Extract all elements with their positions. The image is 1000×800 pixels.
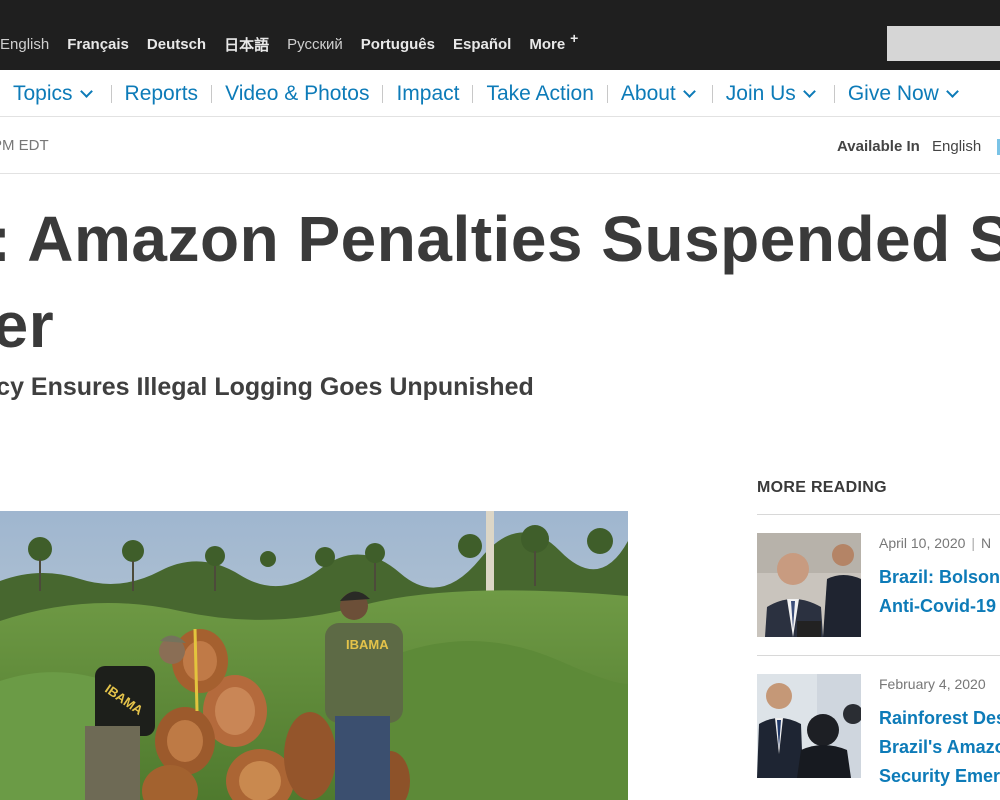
available-in-label: Available In xyxy=(837,138,920,155)
language-link-francais[interactable]: Français xyxy=(67,36,129,53)
official-portrait-photo xyxy=(757,674,861,778)
language-link-espanol[interactable]: Español xyxy=(453,36,511,53)
title-line: Anti-Covid-19 I xyxy=(879,596,1000,616)
nav-item-label: Give Now xyxy=(847,82,939,105)
article-date: April 10, 2020 | N xyxy=(879,535,991,551)
more-languages-label: More xyxy=(529,35,566,53)
nav-item-label: Take Action xyxy=(486,82,594,105)
title-line: Brazil's Amazo xyxy=(879,737,1000,757)
article-title-link[interactable]: Brazil: Bolsona Anti-Covid-19 I xyxy=(879,563,1000,621)
nav-items: Topics Reports Video & Photos Impact Tak… xyxy=(13,80,959,108)
nav-item-impact[interactable]: Impact xyxy=(396,82,459,106)
chevron-down-icon xyxy=(945,85,959,98)
title-line: Rainforest Des xyxy=(879,708,1000,728)
divider xyxy=(757,655,1000,656)
headline-line-2: ber xyxy=(0,289,55,361)
nav-item-topics[interactable]: Topics xyxy=(13,82,93,106)
nav-divider xyxy=(110,85,112,103)
nav-item-take-action[interactable]: Take Action xyxy=(486,82,593,106)
related-article-card[interactable]: April 10, 2020 | N Brazil: Bolsona Anti-Co… xyxy=(757,533,1000,643)
chevron-down-icon xyxy=(802,85,816,98)
article-title-link[interactable]: Rainforest Des Brazil's Amazo Security E… xyxy=(879,704,1000,791)
publish-time: PM EDT xyxy=(0,137,49,154)
related-article-card[interactable]: February 4, 2020 Rainforest Des Brazil's… xyxy=(757,674,1000,800)
article-tag: N xyxy=(981,535,992,551)
nav-divider xyxy=(711,85,713,103)
nav-item-label: Join Us xyxy=(725,82,796,105)
nav-item-label: Video & Photos xyxy=(225,82,370,105)
title-line: Brazil: Bolsona xyxy=(879,567,1000,587)
chevron-down-icon xyxy=(79,85,93,98)
language-link-portugues[interactable]: Português xyxy=(361,36,435,53)
article-subheadline: olicy Ensures Illegal Logging Goes Unpun… xyxy=(0,373,534,401)
nav-item-label: Impact xyxy=(396,82,460,105)
language-list: English Français Deutsch 日本語 Русский Por… xyxy=(0,30,596,55)
language-link-deutsch[interactable]: Deutsch xyxy=(147,36,206,53)
more-reading-heading: MORE READING xyxy=(757,479,887,496)
divider xyxy=(757,514,1000,515)
nav-item-reports[interactable]: Reports xyxy=(125,82,199,106)
main-navigation: Topics Reports Video & Photos Impact Tak… xyxy=(0,70,1000,117)
separator: | xyxy=(971,535,976,551)
title-line: Security Emerg xyxy=(879,766,1000,786)
chevron-down-icon xyxy=(682,85,696,98)
nav-divider xyxy=(606,85,608,103)
plus-icon: + xyxy=(570,29,579,46)
press-conference-photo xyxy=(757,533,861,637)
nav-item-about[interactable]: About xyxy=(620,82,696,106)
nav-divider xyxy=(833,85,835,103)
nav-item-join-us[interactable]: Join Us xyxy=(725,82,816,106)
more-languages-button[interactable]: More + xyxy=(529,30,578,53)
nav-item-video-photos[interactable]: Video & Photos xyxy=(225,82,369,106)
nav-item-label: About xyxy=(620,82,676,105)
article-thumbnail[interactable] xyxy=(757,533,861,637)
language-bar: English Français Deutsch 日本語 Русский Por… xyxy=(0,0,1000,70)
vest-label-right: IBAMA xyxy=(346,637,389,652)
nav-divider xyxy=(472,85,474,103)
nav-divider xyxy=(382,85,384,103)
logging-scene-photo: IBAMA IBAMA xyxy=(0,511,628,800)
nav-divider xyxy=(211,85,213,103)
hero-image: IBAMA IBAMA xyxy=(0,511,628,800)
article-thumbnail[interactable] xyxy=(757,674,861,778)
headline-line-1: il: Amazon Penalties Suspended S xyxy=(0,203,1000,275)
language-link-japanese[interactable]: 日本語 xyxy=(224,34,269,55)
date-text: April 10, 2020 xyxy=(879,535,966,551)
nav-item-label: Reports xyxy=(124,82,199,105)
article-date: February 4, 2020 xyxy=(879,676,986,692)
available-language-link[interactable]: English xyxy=(932,138,981,155)
language-link-russian[interactable]: Русский xyxy=(287,36,343,53)
nav-item-label: Topics xyxy=(13,82,73,105)
search-input[interactable] xyxy=(887,26,1000,61)
nav-item-give-now[interactable]: Give Now xyxy=(847,82,959,106)
article-headline: il: Amazon Penalties Suspended S ber xyxy=(0,196,1000,368)
language-link-english[interactable]: English xyxy=(0,36,49,53)
article-meta-row: PM EDT Available In English xyxy=(0,117,1000,174)
